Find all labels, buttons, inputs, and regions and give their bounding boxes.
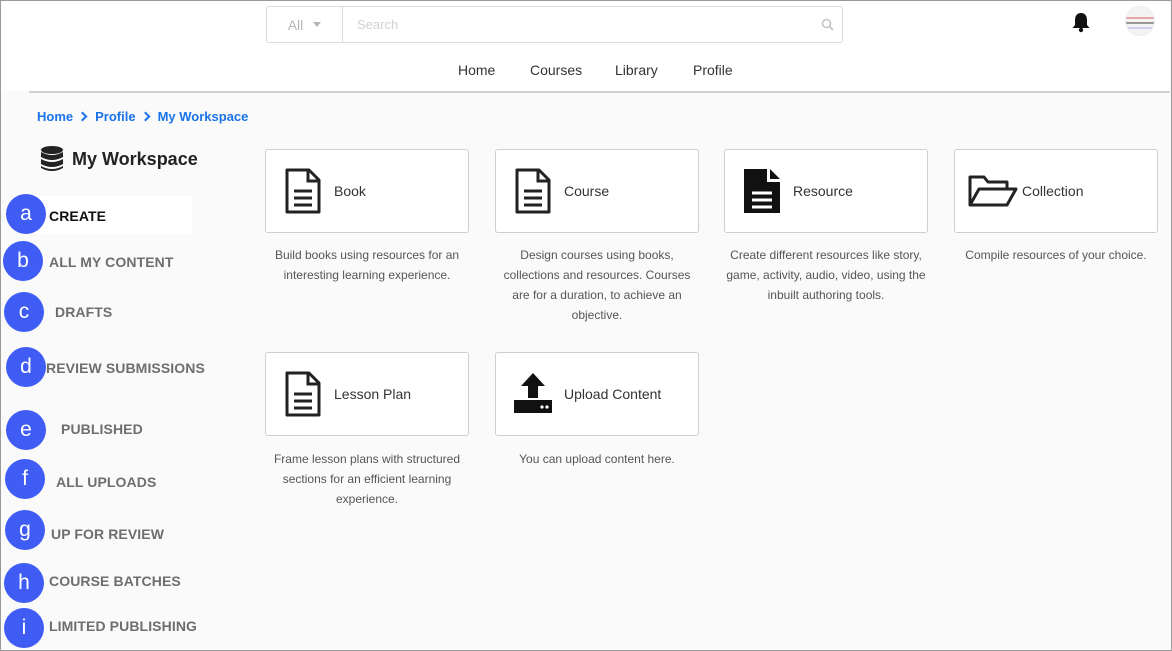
annotation-badge-d: d [6,347,46,387]
card-label-lesson-plan: Lesson Plan [334,386,412,402]
notifications-button[interactable] [1070,11,1092,33]
sidebar-item-all-my-content[interactable]: ALL MY CONTENT [49,254,174,270]
annotation-badge-g: g [5,510,45,550]
card-label-collection: Collection [1022,183,1084,199]
sidebar-item-limited-publishing[interactable]: LIMITED PUBLISHING [49,618,197,634]
nav-home[interactable]: Home [458,62,495,78]
bell-icon [1072,13,1090,33]
chevron-right-icon [77,111,88,122]
search-input[interactable] [343,7,812,42]
annotation-badge-e: e [6,410,46,450]
annotation-badge-f: f [5,459,45,499]
sidebar-item-course-batches[interactable]: COURSE BATCHES [49,573,181,589]
sidebar-item-up-for-review[interactable]: UP FOR REVIEW [51,526,164,542]
page-title: My Workspace [40,145,198,173]
card-description-upload-content: You can upload content here. [519,452,675,466]
search-scope-select[interactable]: All [267,7,343,42]
user-avatar[interactable] [1125,6,1155,36]
create-collection-card[interactable]: Collection [954,149,1158,233]
document-filled-icon [744,169,780,213]
card-label-course: Course [564,183,610,199]
breadcrumb: Home Profile My Workspace [37,109,248,124]
card-description-collection: Compile resources of your choice. [965,248,1147,262]
document-outline-icon [285,168,321,214]
sidebar-item-review-submissions[interactable]: REVIEW SUBMISSIONS [46,360,205,376]
search-button[interactable] [812,7,842,42]
upload-content-card[interactable]: Upload Content [495,352,699,436]
chevron-down-icon [313,22,322,27]
avatar-stripe [1126,17,1154,19]
card-label-book: Book [334,183,366,199]
main-nav: Home Courses Library Profile [0,62,1168,82]
sidebar-item-drafts[interactable]: DRAFTS [55,304,112,320]
database-icon [41,146,63,171]
create-course-card[interactable]: Course [495,149,699,233]
workspace-title: My Workspace [72,148,198,169]
nav-courses[interactable]: Courses [530,62,582,78]
search-scope-value: All [287,16,304,33]
sidebar-item-published[interactable]: PUBLISHED [61,421,143,437]
search-bar: All [266,6,843,43]
create-lesson-plan-card[interactable]: Lesson Plan [265,352,469,436]
nav-profile[interactable]: Profile [693,62,733,78]
nav-library[interactable]: Library [615,62,658,78]
annotation-badge-i: i [4,608,44,648]
annotation-badge-a: a [6,194,46,234]
search-icon [821,18,834,31]
card-label-upload-content: Upload Content [564,386,662,402]
create-resource-card[interactable]: Resource [724,149,928,233]
breadcrumb-home[interactable]: Home [37,109,73,124]
annotation-badge-c: c [4,292,44,332]
nav-divider [29,91,1170,93]
sidebar-item-create[interactable]: CREATE [49,208,106,224]
card-description-course: Design courses using books, collections … [503,248,691,322]
document-outline-icon [285,371,321,417]
card-description-lesson-plan: Frame lesson plans with structured secti… [273,452,461,506]
folder-open-icon [968,175,1018,207]
upload-icon [514,373,552,413]
sidebar-item-all-uploads[interactable]: ALL UPLOADS [56,474,156,490]
annotation-badge-h: h [4,563,44,603]
avatar-stripe [1126,22,1154,24]
avatar-stripe [1126,27,1154,29]
breadcrumb-profile[interactable]: Profile [95,109,135,124]
document-outline-icon [515,168,551,214]
card-description-book: Build books using resources for an inter… [274,248,460,282]
chevron-right-icon [140,111,151,122]
app-frame [0,0,1172,651]
create-book-card[interactable]: Book [265,149,469,233]
card-description-resource: Create different resources like story, g… [726,248,926,302]
card-label-resource: Resource [793,183,853,199]
annotation-badge-b: b [3,241,43,281]
breadcrumb-my-workspace[interactable]: My Workspace [158,109,249,124]
